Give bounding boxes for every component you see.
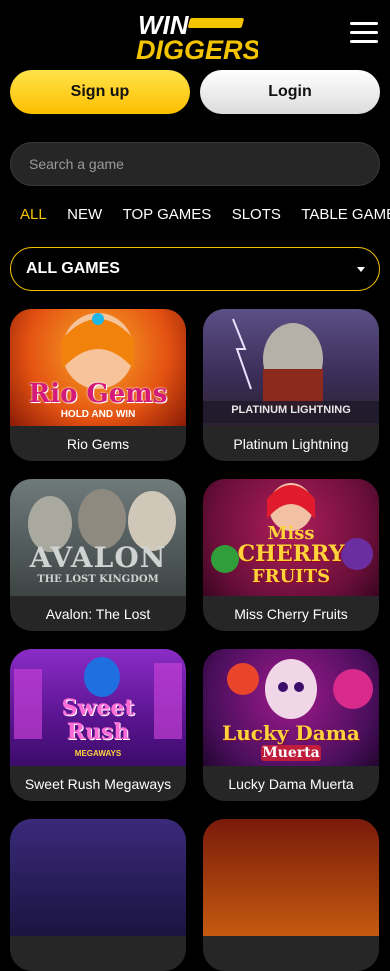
game-card-partial[interactable] — [203, 819, 379, 971]
chevron-down-icon — [357, 267, 365, 272]
tab-top-games[interactable]: TOP GAMES — [123, 206, 212, 223]
logo-line2: DIGGERS — [136, 35, 258, 64]
game-title: Rio Gems — [66, 435, 130, 452]
games-filter-select[interactable]: ALL GAMES — [10, 247, 380, 291]
hamburger-icon[interactable] — [350, 22, 378, 46]
login-button[interactable]: Login — [200, 70, 380, 114]
game-card-partial[interactable] — [10, 819, 186, 971]
game-card-lucky-dama-muerta[interactable]: Lucky Dama Muerta Lucky Dama Muerta — [203, 649, 379, 801]
game-title: Miss Cherry Fruits — [234, 605, 348, 622]
game-title: Sweet Rush Megaways — [24, 775, 172, 792]
tab-table-games[interactable]: TABLE GAMES — [301, 206, 390, 223]
game-thumbnail: Lucky Dama Muerta — [203, 649, 379, 766]
games-filter-value: ALL GAMES — [26, 260, 120, 277]
tab-new[interactable]: NEW — [67, 206, 102, 223]
tab-all[interactable]: ALL — [20, 206, 47, 223]
game-thumbnail — [10, 819, 186, 936]
signup-button[interactable]: Sign up — [10, 70, 190, 114]
game-title: Avalon: The Lost — [45, 605, 151, 622]
game-card-sweet-rush-megaways[interactable]: Sweet Rush MEGAWAYS Sweet Rush Megaways — [10, 649, 186, 801]
game-thumbnail: Rio Gems HOLD AND WIN — [10, 309, 186, 426]
windiggers-logo[interactable]: WIN DIGGERS — [132, 4, 258, 64]
search-input[interactable] — [11, 143, 379, 185]
game-thumbnail — [203, 819, 379, 936]
game-card-rio-gems[interactable]: Rio Gems HOLD AND WIN Rio Gems — [10, 309, 186, 461]
game-card-platinum-lightning[interactable]: PLATINUM LIGHTNING Platinum Lightning — [203, 309, 379, 461]
game-thumbnail: Miss CHERRY FRUITS — [203, 479, 379, 596]
header: WIN DIGGERS — [0, 0, 390, 66]
game-card-avalon[interactable]: AVALON THE LOST KINGDOM Avalon: The Lost — [10, 479, 186, 631]
game-card-miss-cherry-fruits[interactable]: Miss CHERRY FRUITS Miss Cherry Fruits — [203, 479, 379, 631]
game-title: Platinum Lightning — [233, 435, 349, 452]
category-tabs: ALL NEW TOP GAMES SLOTS TABLE GAMES — [20, 206, 390, 228]
game-thumbnail: PLATINUM LIGHTNING — [203, 309, 379, 426]
tab-slots[interactable]: SLOTS — [232, 206, 281, 223]
game-title: Lucky Dama Muerta — [228, 775, 354, 792]
game-thumbnail: Sweet Rush MEGAWAYS — [10, 649, 186, 766]
search-bar — [10, 142, 380, 186]
game-thumbnail: AVALON THE LOST KINGDOM — [10, 479, 186, 596]
